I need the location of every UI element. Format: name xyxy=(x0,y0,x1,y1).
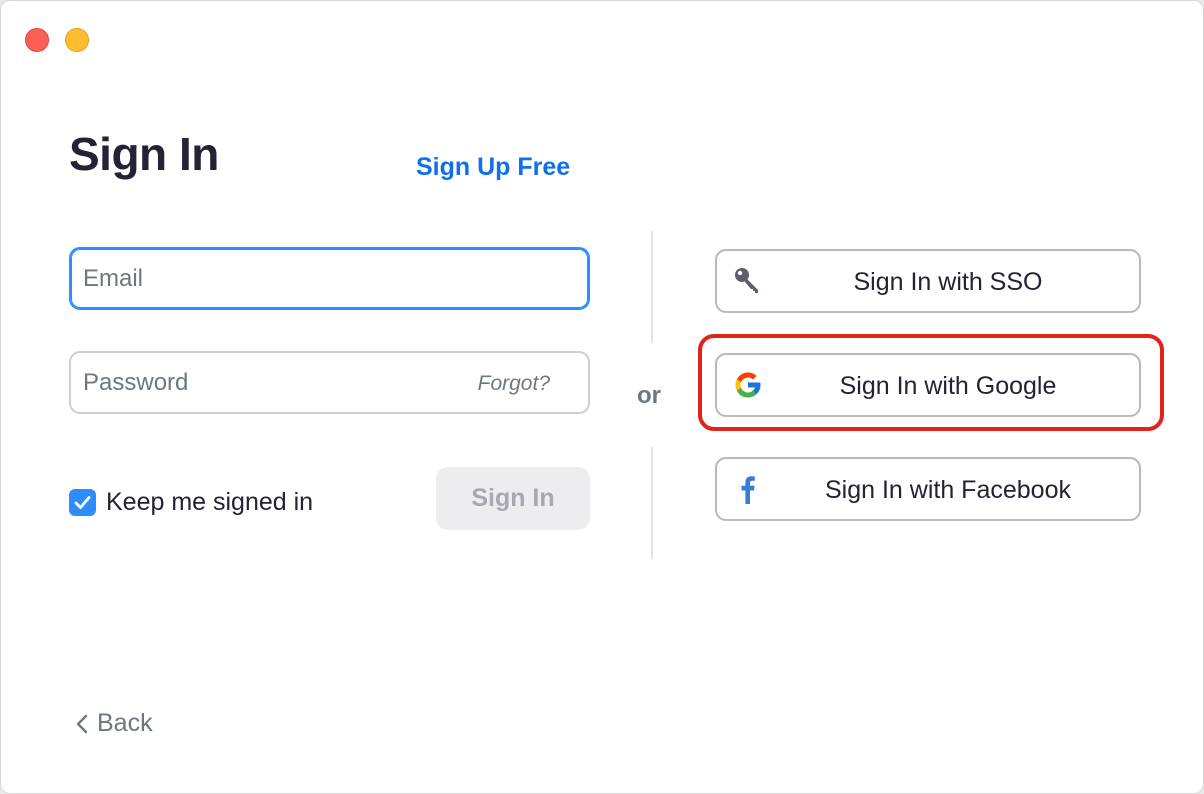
sign-in-sso-button[interactable]: Sign In with SSO xyxy=(715,249,1141,313)
keep-signed-in-checkbox[interactable] xyxy=(69,488,96,516)
forgot-password-link[interactable]: Forgot? xyxy=(478,372,550,396)
keep-signed-in-label: Keep me signed in xyxy=(106,487,314,516)
keep-signed-in-toggle[interactable]: Keep me signed in xyxy=(69,487,313,517)
divider-bottom xyxy=(651,447,653,559)
email-input[interactable] xyxy=(83,249,463,308)
page-title: Sign In xyxy=(69,128,219,180)
sign-in-sso-label: Sign In with SSO xyxy=(853,268,1043,296)
or-divider-label: or xyxy=(637,382,661,409)
sign-in-google-button[interactable]: Sign In with Google xyxy=(715,353,1141,417)
back-button[interactable]: Back xyxy=(75,709,153,738)
divider-top xyxy=(651,231,653,343)
email-field-container xyxy=(69,247,590,310)
checkmark-icon xyxy=(74,495,91,509)
sign-in-window: Sign In Sign Up Free Forgot? Keep me sig… xyxy=(0,0,1204,794)
sign-in-google-label: Sign In with Google xyxy=(839,372,1057,400)
sign-in-button[interactable]: Sign In xyxy=(436,467,590,530)
password-input[interactable] xyxy=(83,353,463,412)
sign-up-free-link[interactable]: Sign Up Free xyxy=(416,153,570,182)
sign-in-facebook-label: Sign In with Facebook xyxy=(825,476,1071,504)
back-label: Back xyxy=(97,709,153,737)
password-field-container: Forgot? xyxy=(69,351,590,414)
sign-in-facebook-button[interactable]: Sign In with Facebook xyxy=(715,457,1141,521)
window-close-button[interactable] xyxy=(25,28,49,52)
window-minimize-button[interactable] xyxy=(65,28,89,52)
chevron-left-icon xyxy=(76,714,88,733)
